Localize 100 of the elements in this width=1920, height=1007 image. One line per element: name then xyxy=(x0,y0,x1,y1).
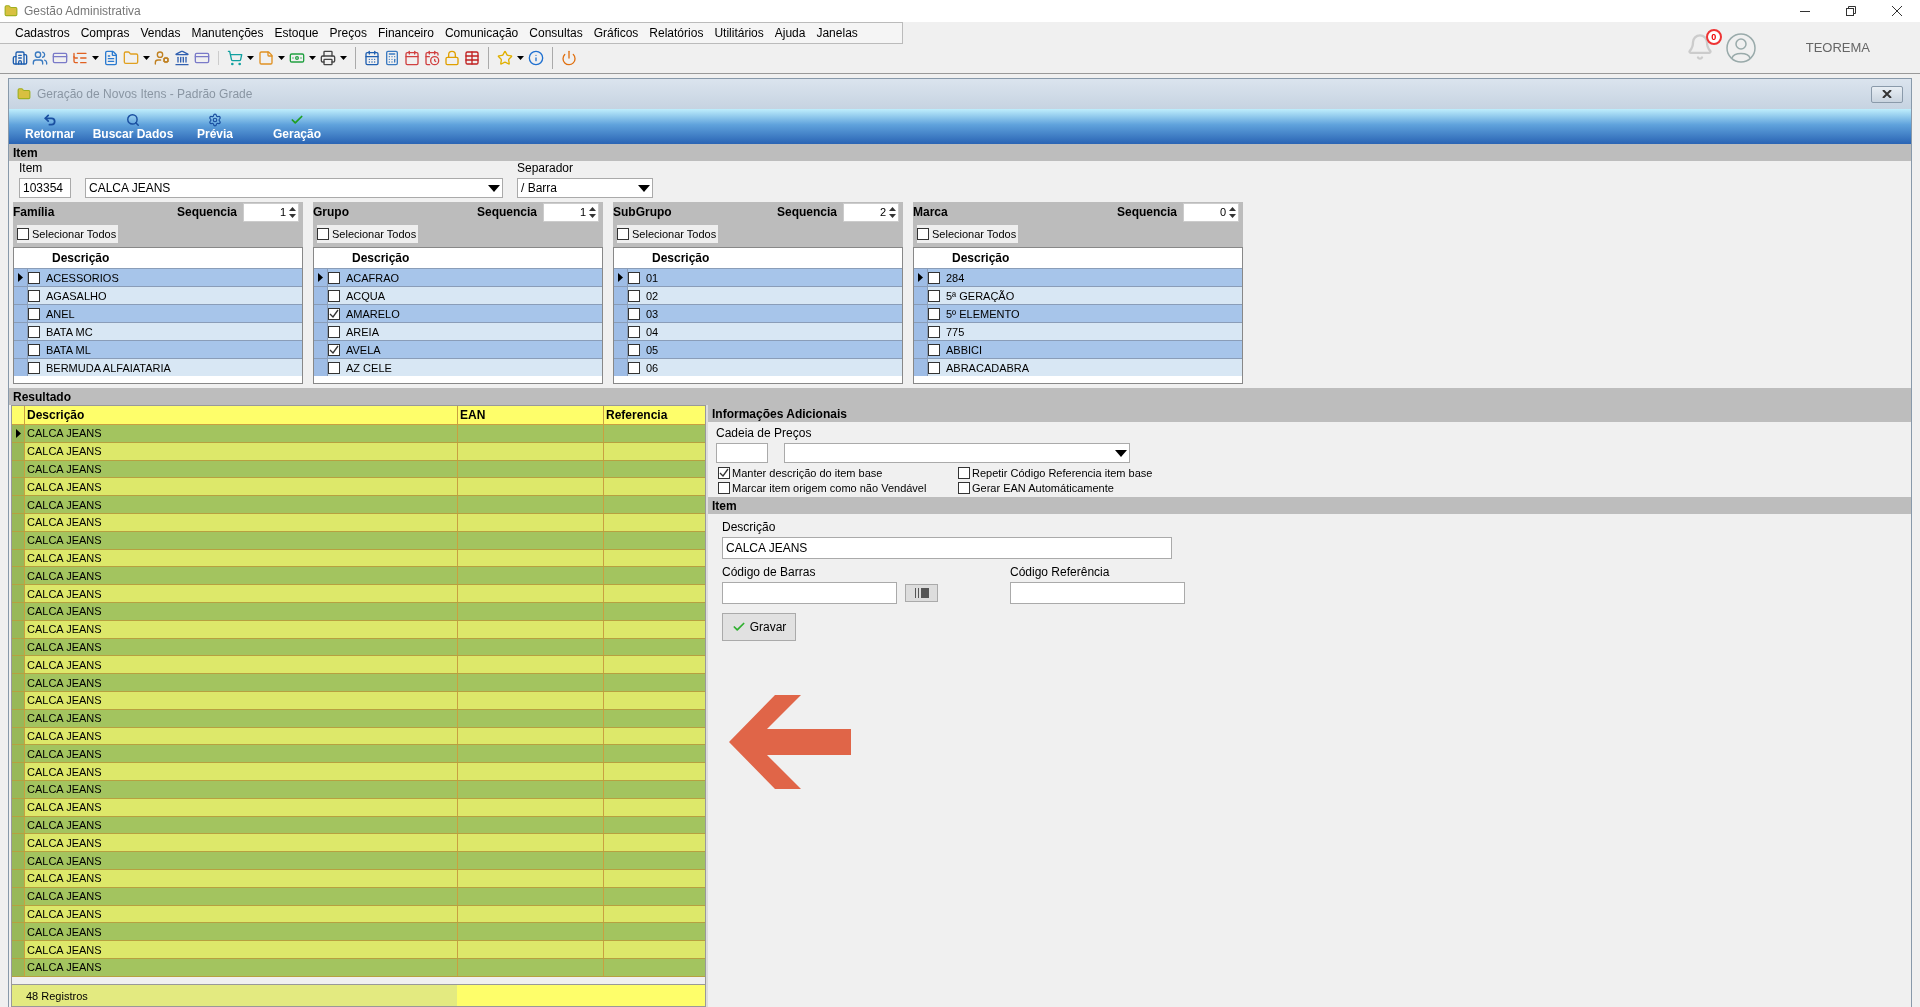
checkbox[interactable] xyxy=(28,343,40,356)
checkbox[interactable] xyxy=(28,325,40,338)
calculator-icon[interactable] xyxy=(384,50,400,66)
checkbox[interactable] xyxy=(28,361,40,374)
bell-icon[interactable] xyxy=(1685,32,1714,61)
save-button[interactable]: Gravar xyxy=(722,613,796,641)
checkbox[interactable] xyxy=(958,482,970,494)
checkbox[interactable] xyxy=(718,482,730,494)
caret-icon[interactable] xyxy=(340,56,347,60)
checkbox[interactable] xyxy=(628,307,640,320)
list-row[interactable]: ABBICI xyxy=(914,340,1242,358)
info-icon[interactable] xyxy=(528,50,544,66)
caret-icon[interactable] xyxy=(247,56,254,60)
caret-icon[interactable] xyxy=(92,56,99,60)
sequence-spinner[interactable]: 2 xyxy=(843,202,899,222)
list-row[interactable]: ACESSORIOS xyxy=(14,268,302,286)
table-row[interactable]: CALCA JEANS xyxy=(12,674,705,692)
list-row[interactable]: 06 xyxy=(614,358,902,376)
option-checkbox[interactable]: Marcar item origem como não Vendável xyxy=(718,482,958,494)
checkbox[interactable] xyxy=(17,228,29,240)
select-all-checkbox[interactable]: Selecionar Todos xyxy=(917,225,1019,243)
checkbox[interactable] xyxy=(328,271,340,284)
barcode-field[interactable] xyxy=(722,582,897,604)
checkbox[interactable] xyxy=(28,271,40,284)
calendar-icon[interactable] xyxy=(404,50,420,66)
list-row[interactable]: BATA MC xyxy=(14,322,302,340)
caret-icon[interactable] xyxy=(517,56,524,60)
caret-icon[interactable] xyxy=(309,56,316,60)
list-row[interactable]: ACQUA xyxy=(314,286,602,304)
checkbox[interactable] xyxy=(917,228,929,240)
checkbox[interactable] xyxy=(958,467,970,479)
list-row[interactable]: AZ CELE xyxy=(314,358,602,376)
checkbox[interactable] xyxy=(28,289,40,302)
list-row[interactable]: 5ª GERAÇÃO xyxy=(914,286,1242,304)
checkbox[interactable] xyxy=(718,467,730,479)
card-icon[interactable] xyxy=(194,50,210,66)
menu-item[interactable]: Comunicação xyxy=(439,26,525,40)
table-row[interactable]: CALCA JEANS xyxy=(12,585,705,603)
checkbox[interactable] xyxy=(628,343,640,356)
list-row[interactable]: 03 xyxy=(614,304,902,322)
menu-item[interactable]: Compras xyxy=(75,26,136,40)
separator-dropdown[interactable]: / Barra xyxy=(517,178,653,198)
price-chain-code-field[interactable] xyxy=(716,443,768,463)
list-row[interactable]: 01 xyxy=(614,268,902,286)
star-icon[interactable] xyxy=(497,50,513,66)
option-checkbox[interactable]: Repetir Código Referencia item base xyxy=(958,467,1248,479)
table-row[interactable]: CALCA JEANS xyxy=(12,425,705,443)
menu-item[interactable]: Estoque xyxy=(269,26,325,40)
menu-item[interactable]: Cadastros xyxy=(10,26,76,40)
bank-icon[interactable] xyxy=(174,50,190,66)
menu-item[interactable]: Vendas xyxy=(135,26,187,40)
building-icon[interactable] xyxy=(12,50,28,66)
table-row[interactable]: CALCA JEANS xyxy=(12,941,705,959)
select-all-checkbox[interactable]: Selecionar Todos xyxy=(617,225,719,243)
close-button[interactable] xyxy=(1871,85,1903,103)
table-row[interactable]: CALCA JEANS xyxy=(12,496,705,514)
sequence-spinner[interactable]: 0 xyxy=(1183,202,1239,222)
description-field[interactable]: CALCA JEANS xyxy=(722,537,1172,559)
option-checkbox[interactable]: Gerar EAN Automáticamente xyxy=(958,482,1248,494)
item-dropdown[interactable]: CALCA JEANS xyxy=(85,178,503,198)
checkbox[interactable] xyxy=(928,307,940,320)
document-icon[interactable] xyxy=(103,50,119,66)
table-row[interactable]: CALCA JEANS xyxy=(12,656,705,675)
menu-item[interactable]: Preços xyxy=(324,26,373,40)
toolbar-button[interactable]: Geração xyxy=(247,113,347,141)
toolbar-button[interactable]: Retornar xyxy=(17,113,83,141)
menu-item[interactable]: Janelas xyxy=(811,26,864,40)
menu-item[interactable]: Consultas xyxy=(524,26,589,40)
checkbox[interactable] xyxy=(928,325,940,338)
caret-icon[interactable] xyxy=(278,56,285,60)
checkbox[interactable] xyxy=(928,361,940,374)
list-row[interactable]: AMARELO xyxy=(314,304,602,322)
table-row[interactable]: CALCA JEANS xyxy=(12,834,705,853)
menu-item[interactable]: Utilitários xyxy=(709,26,770,40)
list-row[interactable]: 284 xyxy=(914,268,1242,286)
list-row[interactable]: ABRACADABRA xyxy=(914,358,1242,376)
list-row[interactable]: BATA ML xyxy=(14,340,302,358)
checkbox[interactable] xyxy=(628,289,640,302)
item-code-field[interactable]: 103354 xyxy=(19,178,71,198)
list-row[interactable]: AREIA xyxy=(314,322,602,340)
caret-icon[interactable] xyxy=(638,184,650,192)
list-row[interactable]: ANEL xyxy=(14,304,302,322)
list-row[interactable]: 05 xyxy=(614,340,902,358)
menu-item[interactable]: Relatórios xyxy=(644,26,710,40)
caret-icon[interactable] xyxy=(1115,449,1127,457)
menu-item[interactable]: Ajuda xyxy=(769,26,812,40)
option-checkbox[interactable]: Manter descrição do item base xyxy=(718,467,958,479)
list-row[interactable]: 02 xyxy=(614,286,902,304)
table-row[interactable]: CALCA JEANS xyxy=(12,923,705,942)
caret-icon[interactable] xyxy=(143,56,150,60)
table-row[interactable]: CALCA JEANS xyxy=(12,852,705,870)
barcode-button[interactable] xyxy=(905,584,938,602)
select-all-checkbox[interactable]: Selecionar Todos xyxy=(17,225,119,243)
table-row[interactable]: CALCA JEANS xyxy=(12,745,705,764)
toolbar-button[interactable]: Buscar Dados xyxy=(83,113,183,141)
table-row[interactable]: CALCA JEANS xyxy=(12,763,705,781)
checkbox[interactable] xyxy=(928,271,940,284)
list-row[interactable]: AVELA xyxy=(314,340,602,358)
checkbox[interactable] xyxy=(328,343,340,356)
toolbar-button[interactable]: Prévia xyxy=(183,113,247,141)
